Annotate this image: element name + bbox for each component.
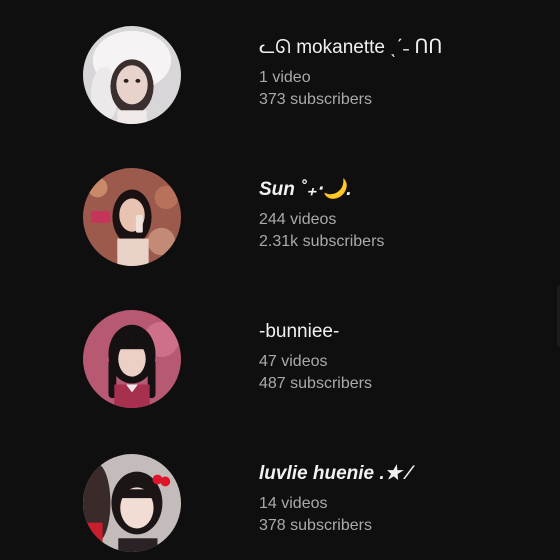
channel-name[interactable]: ᓚᘏ mokanette ˎˊ˗ ᑎᑎ (259, 36, 442, 60)
subscriber-count: 373 subscribers (259, 91, 372, 108)
channel-item-mokanette[interactable]: ᓚᘏ mokanette ˎˊ˗ ᑎᑎ 1 video 373 subscrib… (0, 20, 560, 130)
channel-item-luvlie-huenie[interactable]: luvlie huenie .★ ⁄ 14 videos 378 subscri… (0, 446, 560, 556)
video-count: 47 videos (259, 353, 328, 370)
video-count: 1 video (259, 69, 311, 86)
avatar-girl-pink-icon[interactable] (83, 310, 181, 408)
subscriber-count: 2.31k subscribers (259, 233, 385, 250)
channel-item-bunniee[interactable]: -bunniee- 47 videos 487 subscribers (0, 304, 560, 414)
channel-item-sun[interactable]: Sun ˚₊‧🌙. 244 videos 2.31k subscribers (0, 162, 560, 272)
avatar-white-bonnet-icon[interactable] (83, 26, 181, 124)
subscriber-count: 487 subscribers (259, 375, 372, 392)
channel-name[interactable]: luvlie huenie .★ ⁄ (259, 462, 410, 486)
video-count: 244 videos (259, 211, 337, 228)
subscriber-count: 378 subscribers (259, 517, 372, 534)
avatar-girl-drink-icon[interactable] (83, 168, 181, 266)
channel-name[interactable]: -bunniee- (259, 320, 372, 344)
avatar-girl-red-bow-icon[interactable] (83, 454, 181, 552)
video-count: 14 videos (259, 495, 328, 512)
channel-name[interactable]: Sun ˚₊‧🌙. (259, 178, 384, 202)
